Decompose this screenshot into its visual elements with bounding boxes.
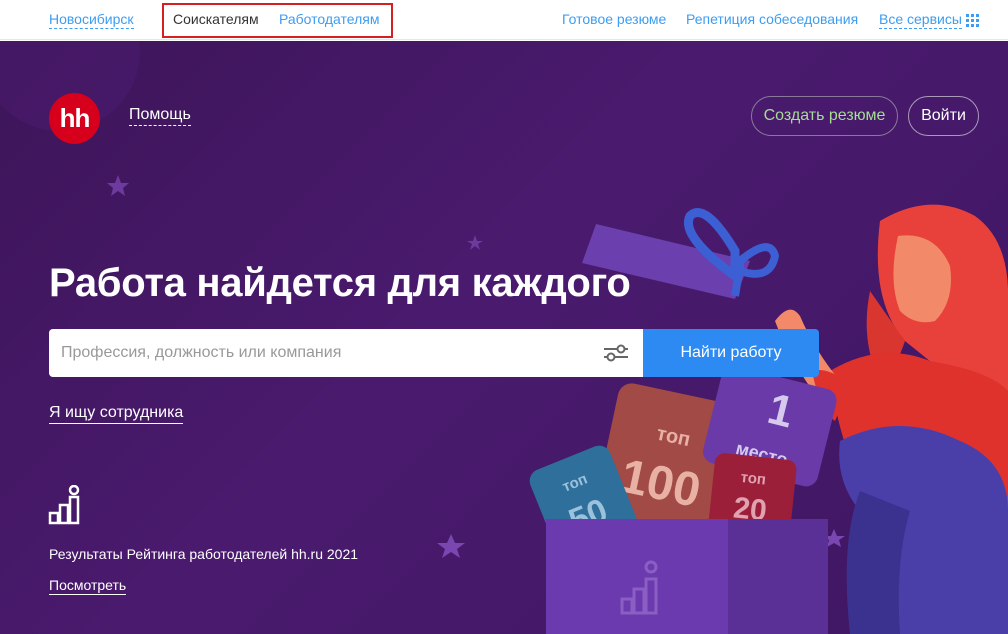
city-selector[interactable]: Новосибирск — [49, 11, 134, 29]
card-top20-label: топ — [740, 469, 767, 489]
search-input[interactable] — [49, 329, 643, 377]
hero-section: топ 100 топ 50 1 место топ 20 hh Помощь … — [0, 41, 1008, 634]
interview-rehearsal-link[interactable]: Репетиция собеседования — [686, 11, 858, 27]
employer-search-link[interactable]: Я ищу сотрудника — [49, 404, 184, 424]
find-job-button[interactable]: Найти работу — [643, 329, 819, 377]
tab-employers[interactable]: Работодателям — [279, 11, 380, 27]
help-link[interactable]: Помощь — [129, 106, 191, 126]
rating-view-link[interactable]: Посмотреть — [49, 577, 127, 595]
star-icon — [467, 235, 483, 250]
filter-settings-icon[interactable] — [603, 343, 629, 363]
hh-logo[interactable]: hh — [49, 93, 100, 144]
rating-results-text: Результаты Рейтинга работодателей hh.ru … — [49, 546, 359, 562]
grid-icon[interactable] — [966, 14, 979, 27]
login-button[interactable]: Войти — [908, 96, 979, 136]
create-resume-button[interactable]: Создать резюме — [751, 96, 898, 136]
star-icon — [437, 534, 465, 558]
top-bar: Новосибирск Соискателям Работодателям Го… — [0, 0, 1008, 40]
page-title: Работа найдется для каждого — [49, 261, 631, 305]
star-icon — [107, 175, 129, 196]
all-services-link[interactable]: Все сервисы — [879, 11, 962, 29]
tab-seekers[interactable]: Соискателям — [173, 11, 259, 27]
ready-resume-link[interactable]: Готовое резюме — [562, 11, 666, 27]
rating-icon — [48, 485, 80, 525]
